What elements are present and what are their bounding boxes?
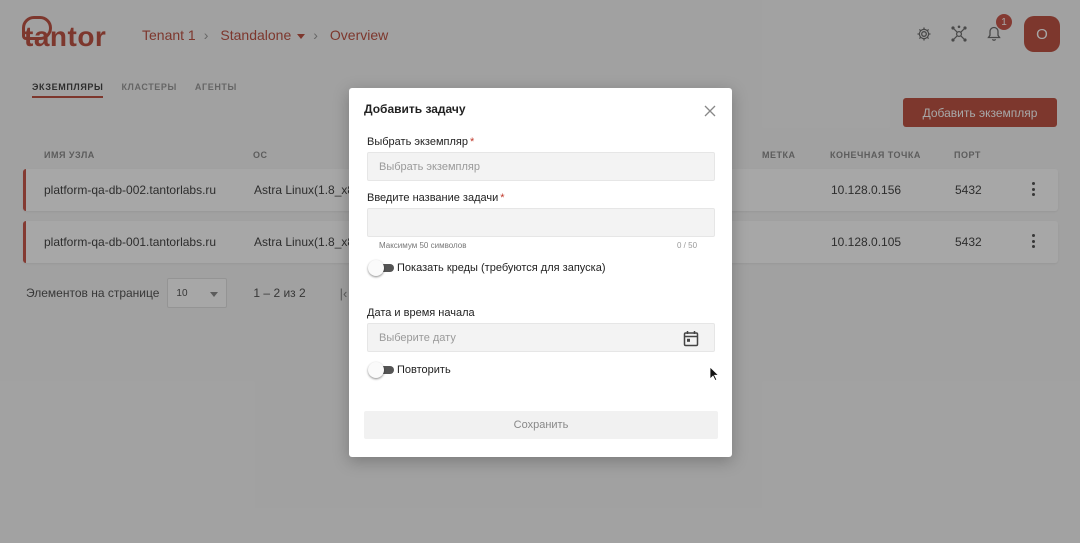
task-name-counter: 0 / 50: [677, 241, 698, 250]
dialog-title: Добавить задачу: [364, 102, 466, 116]
mouse-cursor-icon: [709, 366, 720, 382]
repeat-toggle-row[interactable]: Повторить: [368, 362, 451, 378]
instance-field-label: Выбрать экземпляр *: [367, 136, 475, 148]
task-name-field[interactable]: [367, 208, 715, 237]
save-button[interactable]: Сохранить: [364, 411, 718, 439]
instance-select[interactable]: Выбрать экземпляр: [367, 152, 715, 181]
date-field[interactable]: [367, 323, 715, 352]
show-creds-label: Показать креды (требуются для запуска): [397, 262, 606, 274]
show-creds-toggle-row[interactable]: Показать креды (требуются для запуска): [368, 260, 606, 276]
instance-select-placeholder: Выбрать экземпляр: [379, 160, 480, 173]
close-icon[interactable]: [703, 104, 717, 118]
start-datetime-label: Дата и время начала: [367, 307, 475, 319]
show-creds-toggle[interactable]: [368, 260, 394, 276]
calendar-icon[interactable]: [683, 330, 699, 347]
task-name-hint: Максимум 50 символов: [379, 241, 467, 250]
repeat-toggle[interactable]: [368, 362, 394, 378]
repeat-label: Повторить: [397, 364, 451, 376]
task-name-field-label: Введите название задачи *: [367, 192, 505, 204]
task-name-input[interactable]: [379, 209, 714, 236]
add-task-dialog: Добавить задачу Выбрать экземпляр * Выбра…: [349, 88, 732, 457]
date-input[interactable]: [379, 324, 714, 351]
